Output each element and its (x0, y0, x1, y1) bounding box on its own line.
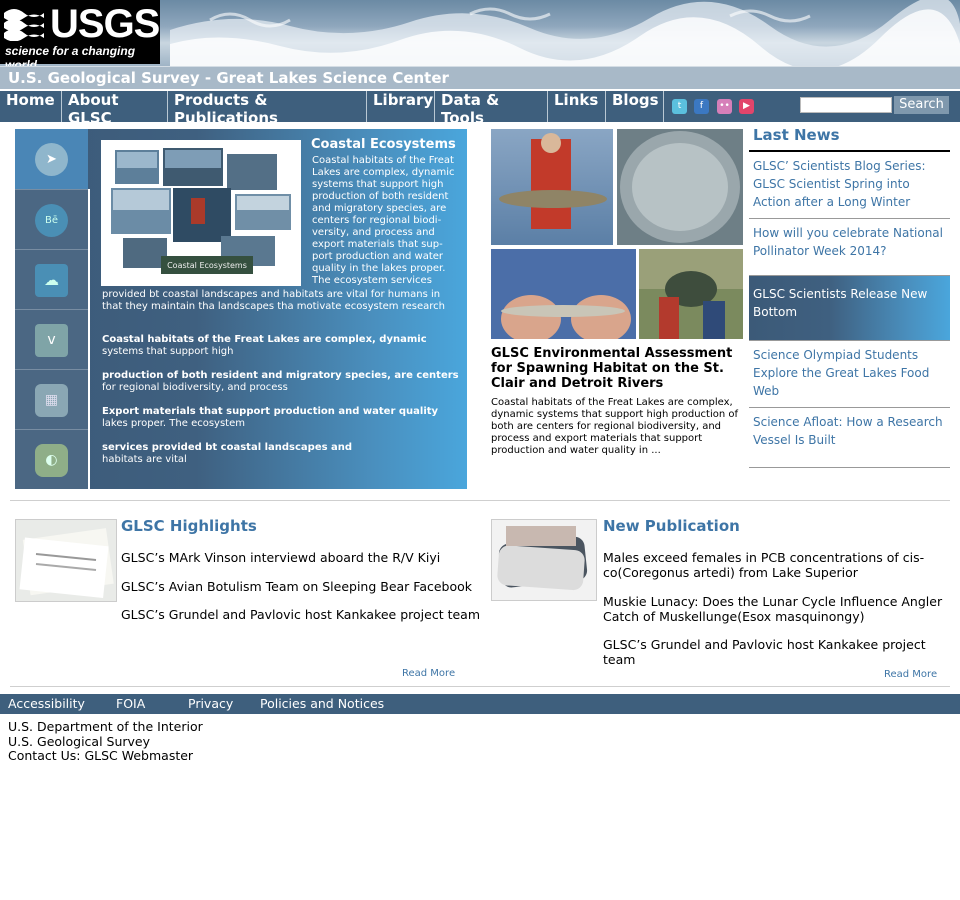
magazines-thumbnail[interactable] (491, 519, 597, 601)
twitter-icon[interactable]: t (672, 99, 687, 114)
nav-blogs[interactable]: Blogs (606, 91, 664, 122)
publication-item[interactable]: GLSC’s Grundel and Pavlovic host Kankake… (603, 637, 933, 667)
assessment-headline[interactable]: GLSC Environmental Assessment for Spawni… (491, 346, 746, 391)
cursor-icon: ➤ (35, 143, 68, 176)
side-icon-cell[interactable]: ◐ (15, 429, 88, 489)
highlight-item[interactable]: GLSC’s Grundel and Pavlovic host Kankake… (121, 607, 480, 622)
publication-title[interactable]: New Publication (603, 517, 740, 535)
behance-icon: Bē (35, 204, 68, 237)
feature-list: Coastal habitats of the Freat Lakes are … (102, 334, 462, 478)
feature-side-icons: ➤ Bē ☁ v ▦ ◐ (15, 129, 90, 489)
section-divider (10, 500, 950, 501)
photo-fish-catch[interactable] (491, 129, 613, 245)
footer-link-policies[interactable]: Policies and Notices (260, 696, 384, 711)
footer-agency[interactable]: U.S. Geological Survey (8, 734, 150, 749)
publication-item[interactable]: Males exceed females in PCB concentratio… (603, 550, 943, 580)
assessment-summary: Coastal habitats of the Freat Lakes are … (491, 397, 739, 456)
footer-link-privacy[interactable]: Privacy (188, 696, 233, 711)
news-item[interactable]: How will you celebrate National Pollinat… (749, 219, 950, 276)
publication-read-more[interactable]: Read More (884, 669, 937, 680)
last-news-panel: Last News GLSC’ Scientists Blog Series: … (749, 126, 950, 468)
nav-home[interactable]: Home (0, 91, 62, 122)
nav-products-publications[interactable]: Products & Publications (168, 91, 367, 127)
search-input[interactable] (800, 97, 892, 113)
side-icon-cell[interactable]: v (15, 309, 88, 369)
footer-links-bar: Accessibility FOIA Privacy Policies and … (0, 694, 960, 714)
feature-list-item: Coastal habitats of the Freat Lakes are … (102, 334, 427, 357)
side-icon-cell[interactable]: ➤ (15, 129, 88, 189)
feature-list-item: services provided bt coastal landscapes … (102, 442, 353, 465)
last-news-title: Last News (749, 126, 950, 152)
nav-library[interactable]: Library (367, 91, 435, 122)
news-item[interactable]: GLSC’ Scientists Blog Series: GLSC Scien… (749, 152, 950, 219)
news-item[interactable]: Science Afloat: How a Research Vessel Is… (749, 408, 950, 468)
feature-title[interactable]: Coastal Ecosystems (311, 137, 456, 152)
side-icon-cell[interactable]: ☁ (15, 249, 88, 309)
site-title: U.S. Geological Survey - Great Lakes Sci… (8, 69, 449, 87)
facebook-icon[interactable]: f (694, 99, 709, 114)
feature-list-item: Export materials that support production… (102, 406, 439, 429)
footer-link-foia[interactable]: FOIA (116, 696, 145, 711)
newspaper-thumbnail[interactable] (15, 519, 117, 602)
highlights-title[interactable]: GLSC Highlights (121, 517, 257, 535)
footer-link-accessibility[interactable]: Accessibility (8, 696, 85, 711)
site-header: USGS science for a changing world (0, 0, 960, 66)
highlight-item[interactable]: GLSC’s Avian Botulism Team on Sleeping B… (121, 579, 472, 594)
featured-slideshow: ➤ Bē ☁ v ▦ ◐ Coastal Ecosystems Coastal … (15, 129, 467, 489)
usgs-wave-icon (4, 9, 44, 41)
feature-list-item: production of both resident and migrator… (102, 370, 459, 393)
photo-fish-school[interactable] (617, 129, 743, 245)
side-divider (88, 189, 90, 489)
coastal-ecosystems-collage[interactable]: Coastal Ecosystems (101, 140, 301, 286)
logo-tagline: science for a changing world (5, 44, 136, 66)
side-icon-cell[interactable]: ▦ (15, 369, 88, 429)
collage-caption: Coastal Ecosystems (167, 261, 247, 270)
news-item-active[interactable]: GLSC Scientists Release New Bottom (749, 276, 950, 341)
photo-hands-fish[interactable] (491, 249, 636, 339)
site-title-bar: U.S. Geological Survey - Great Lakes Sci… (0, 66, 960, 89)
footer-contact[interactable]: Contact Us: GLSC Webmaster (8, 748, 193, 763)
news-item[interactable]: Science Olympiad Students Explore the Gr… (749, 341, 950, 408)
highlight-item[interactable]: GLSC’s MArk Vinson interviewd aboard the… (121, 550, 440, 565)
usgs-logo[interactable]: USGS science for a changing world (0, 0, 160, 66)
footer-department[interactable]: U.S. Department of the Interior (8, 719, 203, 734)
feature-text-continued: provided bt coastal landscapes and habit… (102, 289, 445, 312)
nav-data-tools[interactable]: Data & Tools (435, 91, 548, 127)
feature-text: Coastal habitats of the Freat Lakes are … (312, 155, 455, 286)
logo-text: USGS (50, 2, 160, 46)
vimeo-icon: v (35, 324, 68, 357)
lake-waves-banner (170, 0, 960, 66)
cloud-icon: ☁ (35, 264, 68, 297)
highlights-read-more[interactable]: Read More (402, 668, 455, 679)
side-icon-cell[interactable]: Bē (15, 189, 88, 249)
photo-field-team[interactable] (639, 249, 743, 339)
search-button[interactable]: Search (894, 96, 949, 114)
publication-item[interactable]: Muskie Lunacy: Does the Lunar Cycle Infl… (603, 594, 948, 624)
section-divider (10, 686, 950, 687)
youtube-icon[interactable]: ▶ (739, 99, 754, 114)
nav-about-glsc[interactable]: About GLSC (62, 91, 168, 127)
research-photo-grid (491, 129, 743, 339)
flickr-icon[interactable]: •• (717, 99, 732, 114)
grid-icon: ▦ (35, 384, 68, 417)
nav-links[interactable]: Links (548, 91, 606, 122)
leaf-icon: ◐ (35, 444, 68, 477)
